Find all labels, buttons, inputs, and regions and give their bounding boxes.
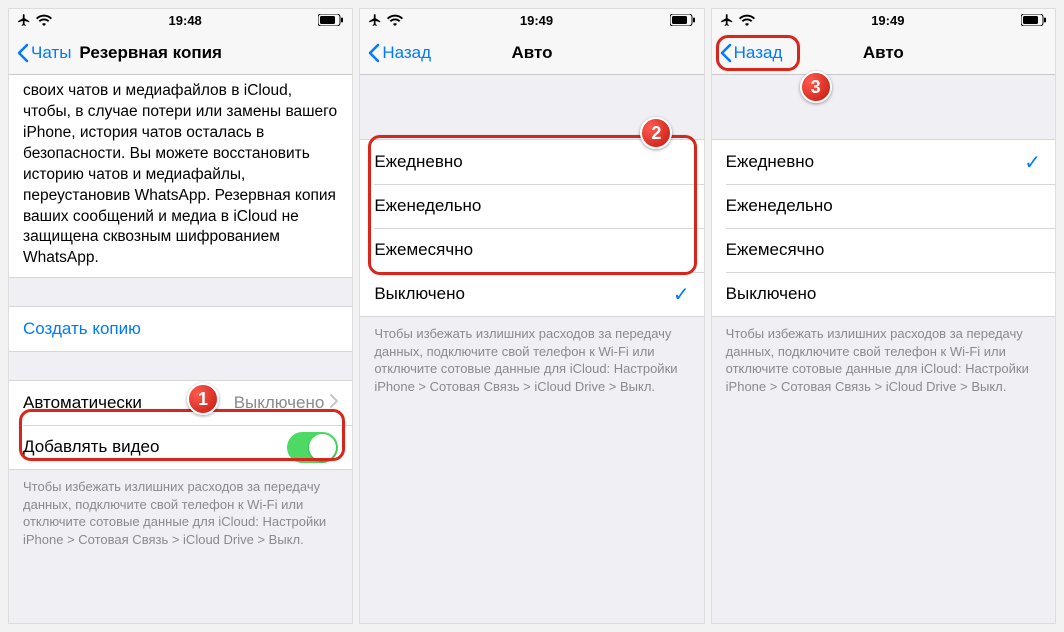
battery-icon — [318, 14, 344, 26]
auto-backup-label: Автоматически — [23, 393, 142, 413]
airplane-mode-icon — [720, 13, 734, 27]
option-label: Выключено — [726, 284, 817, 304]
wifi-icon — [387, 14, 403, 26]
nav-bar: Чаты Резервная копия — [9, 31, 352, 75]
wifi-icon — [739, 14, 755, 26]
option-label: Еженедельно — [726, 196, 833, 216]
create-backup-label: Создать копию — [23, 319, 141, 339]
battery-icon — [1021, 14, 1047, 26]
frequency-options-group: Ежедневно Еженедельно Ежемесячно Выключе… — [360, 139, 703, 317]
frequency-options-group: Ежедневно ✓ Еженедельно Ежемесячно Выклю… — [712, 139, 1055, 317]
chevron-right-icon — [330, 393, 338, 413]
option-daily[interactable]: Ежедневно ✓ — [712, 140, 1055, 184]
option-label: Ежедневно — [374, 152, 462, 172]
option-label: Ежемесячно — [374, 240, 473, 260]
back-button[interactable]: Назад — [368, 43, 431, 63]
wifi-icon — [36, 14, 52, 26]
back-label: Чаты — [31, 43, 71, 63]
back-button[interactable]: Чаты — [17, 43, 71, 63]
content: Ежедневно ✓ Еженедельно Ежемесячно Выклю… — [712, 75, 1055, 623]
page-title: Резервная копия — [79, 43, 222, 63]
option-label: Выключено — [374, 284, 465, 304]
screen-backup-settings: 19:48 Чаты Резервная копия своих чатов и… — [8, 8, 353, 624]
option-label: Ежедневно — [726, 152, 814, 172]
status-bar: 19:48 — [9, 9, 352, 31]
include-video-switch[interactable] — [287, 432, 338, 463]
status-bar: 19:49 — [360, 9, 703, 31]
backup-description: своих чатов и медиафайлов в iCloud, чтоб… — [9, 75, 352, 278]
option-off[interactable]: Выключено — [712, 272, 1055, 316]
content: своих чатов и медиафайлов в iCloud, чтоб… — [9, 75, 352, 623]
nav-bar: Назад Авто — [360, 31, 703, 75]
back-button[interactable]: Назад — [720, 43, 783, 63]
status-bar: 19:49 — [712, 9, 1055, 31]
footer-note: Чтобы избежать излишних расходов за пере… — [360, 317, 703, 395]
status-time: 19:48 — [169, 13, 202, 28]
airplane-mode-icon — [17, 13, 31, 27]
option-label: Ежемесячно — [726, 240, 825, 260]
option-daily[interactable]: Ежедневно — [360, 140, 703, 184]
footer-note: Чтобы избежать излишних расходов за пере… — [9, 470, 352, 548]
checkmark-icon: ✓ — [673, 282, 690, 307]
back-label: Назад — [382, 43, 431, 63]
footer-note: Чтобы избежать излишних расходов за пере… — [712, 317, 1055, 395]
option-monthly[interactable]: Ежемесячно — [712, 228, 1055, 272]
auto-video-group: Автоматически Выключено Добавлять видео — [9, 380, 352, 470]
screen-auto-options-daily: 19:49 Назад Авто Ежедневно ✓ Еженедельно… — [711, 8, 1056, 624]
screen-auto-options-off: 19:49 Назад Авто Ежедневно Еженедельно Е… — [359, 8, 704, 624]
option-weekly[interactable]: Еженедельно — [360, 184, 703, 228]
include-video-label: Добавлять видео — [23, 437, 159, 457]
airplane-mode-icon — [368, 13, 382, 27]
battery-icon — [670, 14, 696, 26]
content: Ежедневно Еженедельно Ежемесячно Выключе… — [360, 75, 703, 623]
option-monthly[interactable]: Ежемесячно — [360, 228, 703, 272]
create-backup-group: Создать копию — [9, 306, 352, 352]
status-time: 19:49 — [520, 13, 553, 28]
auto-backup-value: Выключено — [234, 393, 325, 413]
include-video-row[interactable]: Добавлять видео — [9, 425, 352, 469]
create-backup-button[interactable]: Создать копию — [9, 307, 352, 351]
option-weekly[interactable]: Еженедельно — [712, 184, 1055, 228]
nav-bar: Назад Авто — [712, 31, 1055, 75]
checkmark-icon: ✓ — [1024, 150, 1041, 175]
option-off[interactable]: Выключено ✓ — [360, 272, 703, 316]
back-label: Назад — [734, 43, 783, 63]
option-label: Еженедельно — [374, 196, 481, 216]
status-time: 19:49 — [871, 13, 904, 28]
auto-backup-row[interactable]: Автоматически Выключено — [9, 381, 352, 425]
